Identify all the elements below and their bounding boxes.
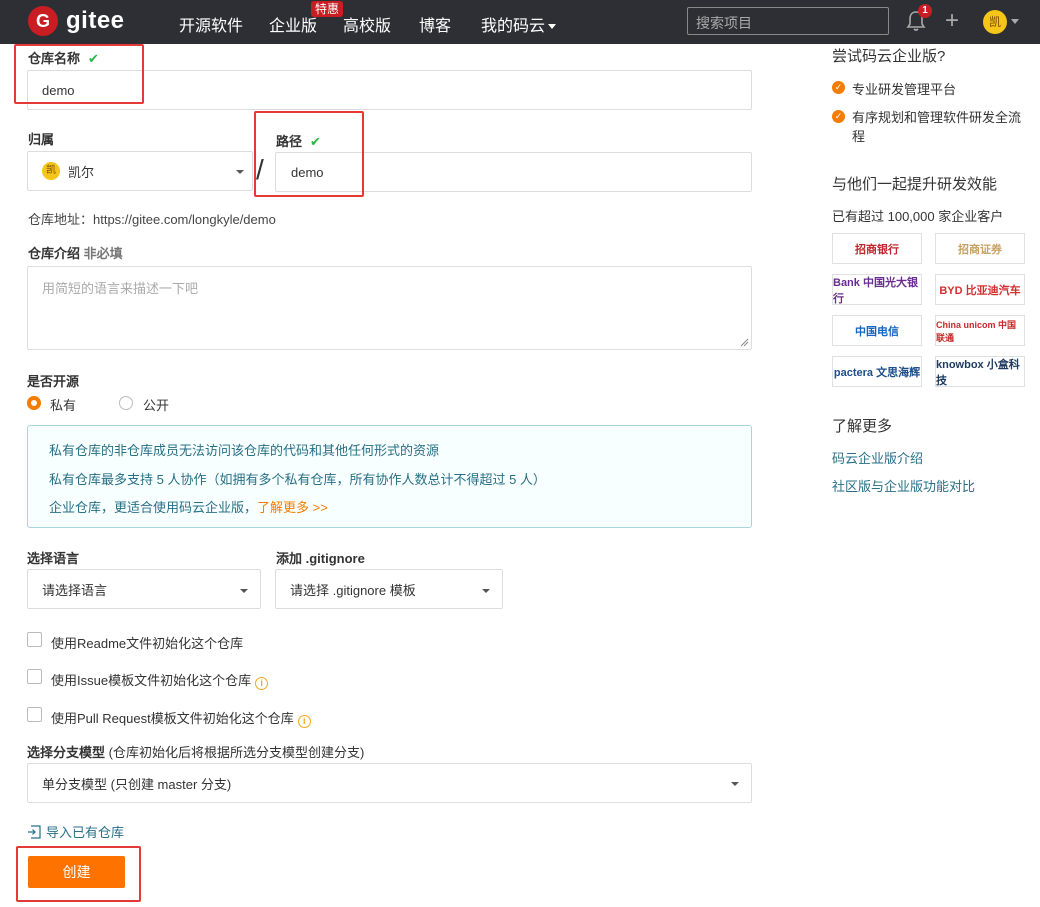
pr-template-label-text: 使用Pull Request模板文件初始化这个仓库 <box>51 711 294 726</box>
logo-pactera: pactera 文思海辉 <box>832 356 922 387</box>
nav-university[interactable]: 高校版 <box>343 12 391 36</box>
radio-private-label[interactable]: 私有 <box>50 395 76 414</box>
description-label: 仓库介绍 非必填 <box>28 243 123 262</box>
learn-more-link[interactable]: 了解更多 >> <box>257 500 328 515</box>
description-textarea[interactable]: 用简短的语言来描述一下吧 <box>27 266 752 350</box>
owner-select[interactable]: 凯 凯尔 <box>27 151 253 191</box>
branch-model-note: (仓库初始化后将根据所选分支模型创建分支) <box>105 745 365 760</box>
nav-my-gitee-label: 我的码云 <box>481 18 546 35</box>
info-line: 私有仓库最多支持 5 人协作（如拥有多个私有仓库，所有协作人数总计不得超过 5 … <box>49 472 546 487</box>
pr-template-checkbox[interactable] <box>27 707 42 722</box>
gitignore-select[interactable]: 请选择 .gitignore 模板 <box>275 569 503 609</box>
caret-down-icon <box>731 782 739 786</box>
user-menu-chevron-icon[interactable] <box>1011 19 1019 24</box>
description-label-text: 仓库介绍 <box>28 246 81 261</box>
nav-my-gitee[interactable]: 我的码云 <box>481 12 557 36</box>
search-input[interactable]: 搜索项目 <box>687 7 889 35</box>
import-repo-label: 导入已有仓库 <box>46 825 125 840</box>
owner-label: 归属 <box>28 132 55 147</box>
description-placeholder: 用简短的语言来描述一下吧 <box>42 281 199 296</box>
community-vs-enterprise-link[interactable]: 社区版与企业版功能对比 <box>832 476 975 495</box>
pr-template-checkbox-label[interactable]: 使用Pull Request模板文件初始化这个仓库 i <box>51 708 311 728</box>
nav-open-source[interactable]: 开源软件 <box>179 12 243 36</box>
owner-avatar: 凯 <box>42 162 60 180</box>
caret-down-icon <box>240 589 248 593</box>
brand-name: gitee <box>66 7 125 34</box>
logo-china-telecom: 中国电信 <box>832 315 922 346</box>
info-line-enterprise: 企业仓库，更适合使用码云企业版，了解更多 >> <box>49 497 328 516</box>
gitignore-value: 请选择 .gitignore 模板 <box>290 582 416 598</box>
nav-enterprise[interactable]: 企业版 <box>269 12 317 36</box>
gitee-logo[interactable]: G gitee <box>28 6 125 36</box>
chevron-down-icon <box>548 24 557 30</box>
radio-public[interactable] <box>119 396 133 410</box>
user-avatar[interactable]: 凯 <box>983 10 1007 34</box>
issue-template-checkbox-label[interactable]: 使用Issue模板文件初始化这个仓库 i <box>51 670 269 690</box>
language-value: 请选择语言 <box>42 582 108 598</box>
learn-more-title: 了解更多 <box>832 418 893 435</box>
info-line: 私有仓库的非仓库成员无法访问该仓库的代码和其他任何形式的资源 <box>49 443 440 458</box>
import-icon <box>28 824 41 839</box>
check-icon: ✓ <box>832 81 845 94</box>
radio-public-label[interactable]: 公开 <box>143 395 169 414</box>
language-label: 选择语言 <box>27 551 80 566</box>
promo-badge: 特惠 <box>311 1 344 17</box>
caret-down-icon <box>236 170 244 174</box>
caret-down-icon <box>482 589 490 593</box>
issue-template-label-text: 使用Issue模板文件初始化这个仓库 <box>51 673 252 688</box>
feature-text: 有序规划和管理软件研发全流程 <box>852 110 1022 144</box>
radio-private[interactable] <box>27 396 41 410</box>
gitignore-label: 添加 .gitignore <box>276 551 365 566</box>
branch-model-value: 单分支模型 (只创建 master 分支) <box>42 776 232 792</box>
private-info-box: 私有仓库的非仓库成员无法访问该仓库的代码和其他任何形式的资源 私有仓库最多支持 … <box>27 425 752 528</box>
top-navbar: G gitee 开源软件 企业版 特惠 高校版 博客 我的码云 搜索项目 1 +… <box>0 0 1040 44</box>
gitee-logo-icon: G <box>28 6 58 36</box>
info-line-text: 企业仓库，更适合使用码云企业版， <box>49 500 258 515</box>
optional-hint: 非必填 <box>83 246 123 261</box>
logo-china-unicom: China unicom 中国联通 <box>935 315 1025 346</box>
import-repo-link[interactable]: 导入已有仓库 <box>27 822 124 841</box>
logo-byd: BYD 比亚迪汽车 <box>935 274 1025 305</box>
notification-count-badge: 1 <box>918 4 932 18</box>
info-icon[interactable]: i <box>297 715 311 728</box>
branch-model-select[interactable]: 单分支模型 (只创建 master 分支) <box>27 763 752 803</box>
feature-item: ✓ 专业研发管理平台 <box>832 79 956 98</box>
language-select[interactable]: 请选择语言 <box>27 569 261 609</box>
readme-checkbox-label[interactable]: 使用Readme文件初始化这个仓库 <box>51 633 243 652</box>
info-icon[interactable]: i <box>255 677 269 690</box>
enterprise-intro-link[interactable]: 码云企业版介绍 <box>832 448 923 467</box>
logo-knowbox: knowbox 小盒科技 <box>935 356 1025 387</box>
readme-checkbox[interactable] <box>27 632 42 647</box>
logo-cms-securities: 招商证券 <box>935 233 1025 264</box>
customer-count: 已有超过 100,000 家企业客户 <box>832 209 1004 224</box>
logo-cmb: 招商银行 <box>832 233 922 264</box>
owner-value: 凯尔 <box>68 164 95 180</box>
together-title: 与他们一起提升研发效能 <box>832 176 998 193</box>
repo-address: 仓库地址：https://gitee.com/longkyle/demo <box>28 212 276 227</box>
highlight-box-create <box>16 846 141 902</box>
branch-model-label-text: 选择分支模型 <box>27 745 106 760</box>
check-icon: ✓ <box>832 110 845 123</box>
nav-blog[interactable]: 博客 <box>419 12 451 36</box>
try-enterprise-title: 尝试码云企业版? <box>832 48 946 65</box>
plus-icon[interactable]: + <box>945 8 959 34</box>
highlight-box-repo-name <box>14 44 144 104</box>
visibility-label: 是否开源 <box>27 374 80 389</box>
highlight-box-path <box>254 111 364 197</box>
logo-ceb: Bank 中国光大银行 <box>832 274 922 305</box>
feature-text: 专业研发管理平台 <box>852 82 957 97</box>
feature-item: ✓ 有序规划和管理软件研发全流程 <box>832 108 1027 146</box>
branch-model-label: 选择分支模型 (仓库初始化后将根据所选分支模型创建分支) <box>27 742 364 761</box>
issue-template-checkbox[interactable] <box>27 669 42 684</box>
resize-grip-icon[interactable] <box>740 338 749 347</box>
